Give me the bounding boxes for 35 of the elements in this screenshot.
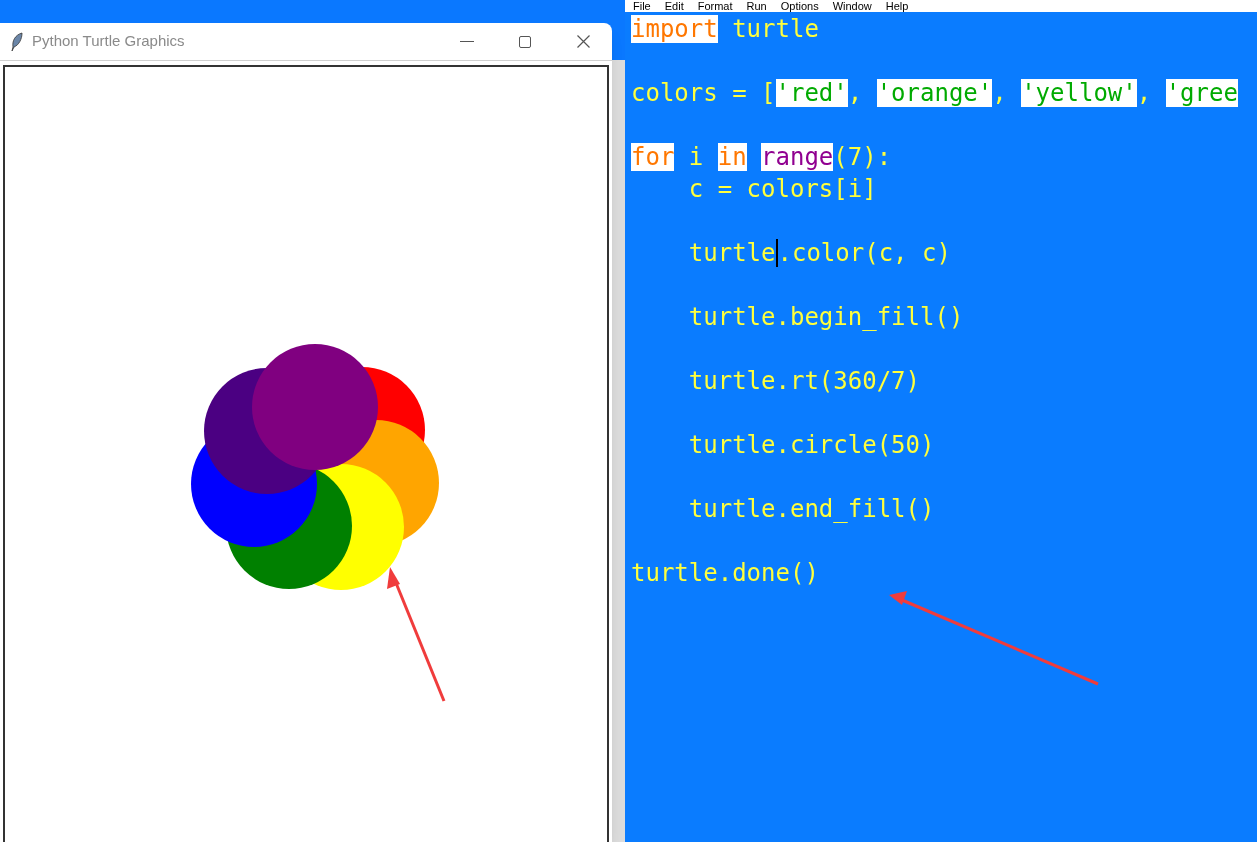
- code-text: ,: [1136, 79, 1153, 107]
- code-text: (7):: [833, 143, 892, 171]
- code-text: i: [687, 143, 705, 171]
- keyword: for: [631, 143, 675, 171]
- string-literal: 'yellow': [1021, 79, 1137, 107]
- menu-item[interactable]: Format: [697, 0, 733, 12]
- code-text: c = colors[i]: [687, 175, 877, 203]
- maximize-icon[interactable]: [519, 35, 531, 48]
- code-text: turtle.rt(360/7): [687, 367, 920, 395]
- code-text: ,: [992, 79, 1008, 107]
- close-icon[interactable]: [576, 35, 590, 48]
- menu-item[interactable]: Options: [780, 0, 819, 12]
- keyword: import: [631, 15, 718, 43]
- code-text: colors = [: [631, 79, 776, 107]
- menu-item[interactable]: Edit: [664, 0, 684, 12]
- code-text: turtle.begin_fill(): [687, 303, 964, 331]
- code-text: ,: [847, 79, 864, 107]
- feather-icon: [10, 31, 24, 52]
- window-title: Python Turtle Graphics: [32, 31, 185, 52]
- code-text: turtle.done(): [631, 559, 819, 587]
- menu-item[interactable]: Help: [885, 0, 909, 12]
- builtin-name: range: [761, 143, 834, 171]
- menu-item[interactable]: File: [633, 0, 651, 12]
- menu-item[interactable]: Run: [746, 0, 767, 12]
- keyword: in: [717, 143, 747, 171]
- code-text: .color(c, c): [777, 239, 951, 267]
- code-text: turtle.end_fill(): [687, 495, 935, 523]
- menu-item[interactable]: Window: [832, 0, 872, 12]
- code-text: turtle.circle(50): [687, 431, 935, 459]
- code-text: turtle: [731, 15, 819, 43]
- text-cursor: [775, 239, 778, 267]
- code-text: turtle: [687, 239, 776, 267]
- string-literal: 'red': [775, 79, 848, 107]
- string-literal: 'gree: [1165, 79, 1238, 107]
- string-literal: 'orange': [876, 79, 993, 107]
